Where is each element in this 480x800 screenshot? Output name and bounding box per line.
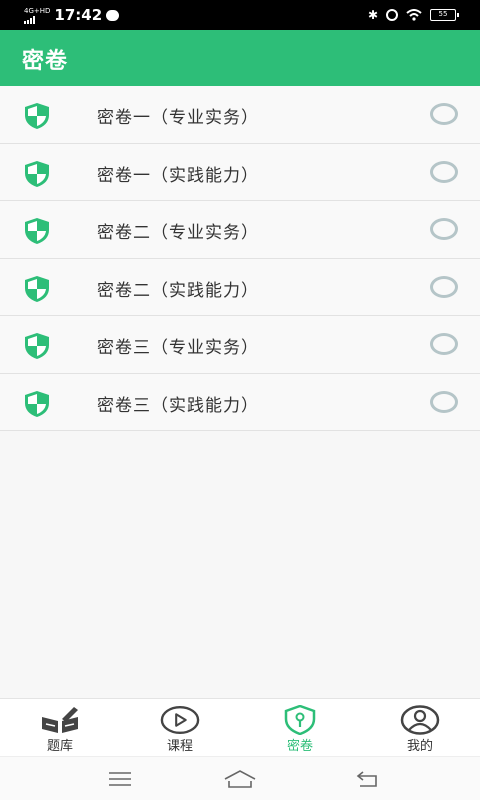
- back-icon[interactable]: [350, 765, 384, 793]
- alarm-icon: [386, 9, 398, 21]
- tab-secret-paper[interactable]: 密卷: [240, 699, 360, 756]
- shield-icon: [24, 160, 50, 188]
- shield-icon: [24, 102, 50, 130]
- tab-label: 密卷: [286, 739, 313, 754]
- tab-mine[interactable]: 我的: [360, 699, 480, 756]
- tab-label: 课程: [166, 739, 193, 754]
- paper-title: 密卷三（实践能力）: [97, 395, 259, 416]
- tab-question-bank[interactable]: 题库: [0, 699, 120, 756]
- paper-radio[interactable]: [430, 390, 458, 413]
- home-icon[interactable]: [223, 765, 257, 793]
- status-time: 17:42: [54, 6, 103, 24]
- signal-icon: 4G+HD: [24, 7, 50, 24]
- question-bank-icon: [40, 705, 80, 735]
- paper-radio[interactable]: [430, 160, 458, 183]
- tab-course[interactable]: 课程: [120, 699, 240, 756]
- bottom-tab-bar: 题库 课程 密卷 我的: [0, 698, 480, 756]
- paper-title: 密卷三（专业实务）: [97, 338, 259, 358]
- paper-list-item[interactable]: 密卷一（实践能力）: [0, 144, 480, 201]
- menu-icon[interactable]: [103, 765, 137, 793]
- paper-list-item[interactable]: 密卷一（专业实务）: [0, 86, 480, 144]
- paper-list-item[interactable]: 密卷二（实践能力）: [0, 259, 480, 316]
- paper-title: 密卷二（专业实务）: [97, 223, 259, 243]
- page-title: 密卷: [22, 49, 69, 74]
- paper-title: 密卷二（实践能力）: [97, 280, 259, 301]
- paper-title: 密卷一（实践能力）: [97, 165, 259, 186]
- shield-icon: [24, 217, 50, 245]
- paper-radio[interactable]: [430, 275, 458, 298]
- play-icon: [160, 705, 200, 735]
- paper-list-item[interactable]: 密卷三（专业实务）: [0, 316, 480, 374]
- shield-icon: [24, 332, 50, 360]
- shield-icon: [24, 390, 50, 418]
- user-icon: [400, 705, 440, 735]
- network-type: 4G+HD: [24, 6, 51, 15]
- system-nav-bar: [0, 756, 480, 800]
- paper-radio[interactable]: [430, 103, 458, 125]
- shield-icon: [24, 275, 50, 303]
- tab-label: 我的: [406, 739, 433, 754]
- wifi-icon: [406, 9, 422, 21]
- status-bar: 4G+HD 17:42 ✱ 55: [0, 0, 480, 30]
- battery-icon: 55: [430, 9, 459, 21]
- lock-shield-icon: [280, 705, 320, 735]
- paper-title: 密卷一（专业实务）: [97, 108, 259, 128]
- paper-list: 密卷一（专业实务） 密卷一（实践能力） 密卷二（专业实务） 密卷二（实践能力） 密卷三（…: [0, 86, 480, 431]
- paper-list-item[interactable]: 密卷二（专业实务）: [0, 201, 480, 259]
- message-icon: [106, 9, 120, 21]
- paper-list-item[interactable]: 密卷三（实践能力）: [0, 374, 480, 431]
- tab-label: 题库: [46, 739, 73, 754]
- app-header: 密卷: [0, 30, 480, 86]
- paper-radio[interactable]: [430, 333, 458, 355]
- paper-radio[interactable]: [430, 218, 458, 240]
- bluetooth-icon: ✱: [367, 8, 378, 22]
